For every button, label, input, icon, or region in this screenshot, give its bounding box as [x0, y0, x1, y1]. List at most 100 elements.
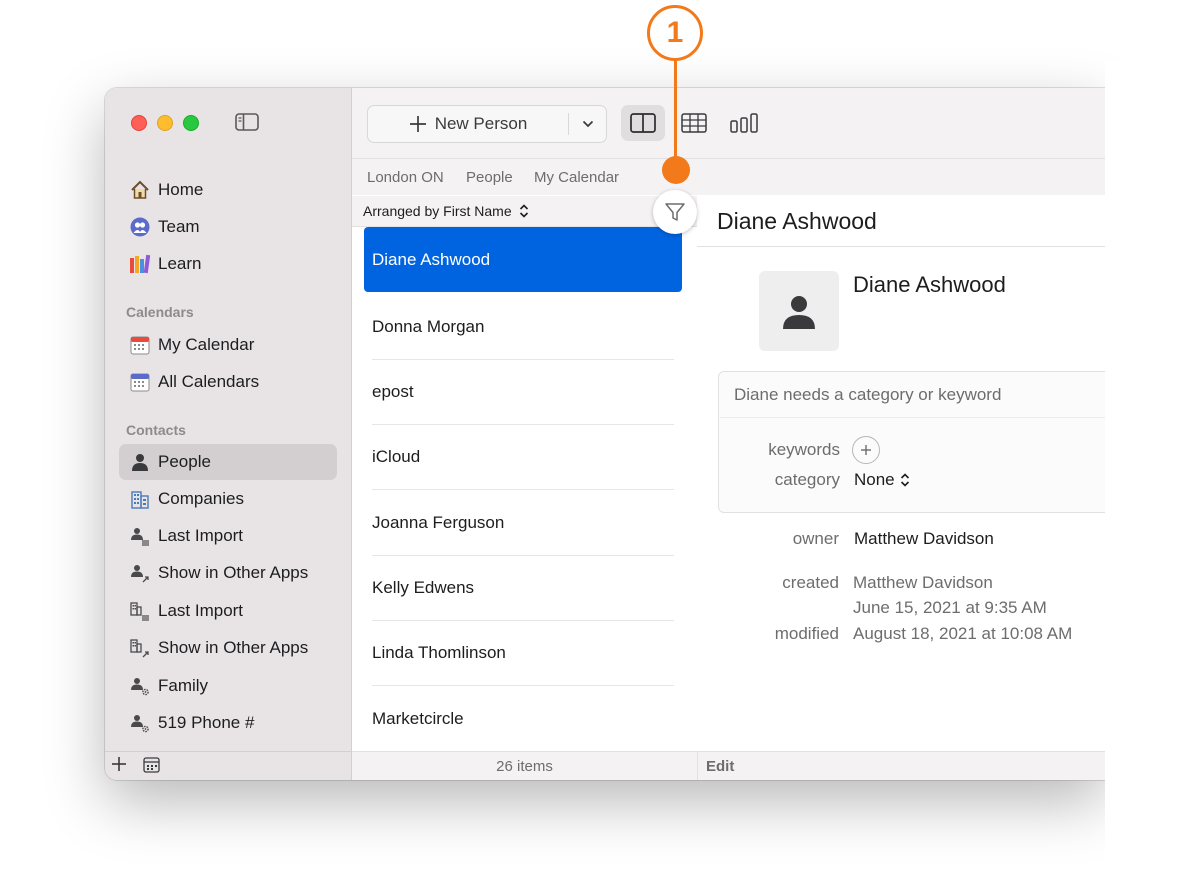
sidebar-item-label: Show in Other Apps: [158, 638, 309, 657]
home-icon: [129, 179, 151, 201]
sidebar-item-519-phone[interactable]: 519 Phone #: [119, 705, 337, 741]
new-person-menu-button[interactable]: [569, 106, 606, 142]
sidebar-item-family[interactable]: Family: [119, 668, 337, 704]
filter-icon: [664, 201, 686, 223]
sidebar-item-learn[interactable]: Learn: [119, 246, 337, 282]
created-date: June 15, 2021 at 9:35 AM: [853, 598, 1047, 617]
sidebar-item-label: Last Import: [158, 526, 244, 545]
calendar-small-icon[interactable]: [143, 757, 160, 778]
sidebar-item-label: Last Import: [158, 601, 244, 620]
company-arrow-icon: [129, 637, 151, 659]
filter-chip-people[interactable]: People: [466, 169, 513, 186]
list-item[interactable]: epost: [372, 359, 674, 425]
sidebar-item-people[interactable]: People: [119, 444, 337, 480]
modified-label: modified: [774, 624, 839, 643]
filter-chip-calendar[interactable]: My Calendar: [534, 169, 619, 186]
table-view-button[interactable]: [672, 105, 716, 141]
chevron-down-icon: [582, 120, 594, 128]
contact-list: Arranged by First Name Diane Ashwood Don…: [352, 196, 698, 752]
detail-pane: Diane Ashwood Diane Ashwood Diane needs …: [697, 196, 1105, 752]
sidebar-item-my-calendar[interactable]: My Calendar: [119, 327, 337, 363]
arranged-by-menu[interactable]: Arranged by First Name: [363, 203, 529, 219]
up-down-chevron-icon: [519, 204, 529, 218]
category-card: Diane needs a category or keyword keywor…: [718, 371, 1105, 513]
list-item-name: Donna Morgan: [372, 316, 485, 336]
items-count: 26 items: [496, 758, 553, 775]
column-view-button[interactable]: [723, 105, 767, 141]
list-header: Arranged by First Name: [352, 196, 697, 227]
sidebar-item-label: Family: [158, 676, 209, 695]
split-view-icon: [630, 113, 656, 133]
sidebar-toggle-icon[interactable]: [235, 113, 259, 131]
created-label: created: [782, 573, 839, 592]
calendar-icon: [129, 371, 151, 393]
list-item-name: iCloud: [372, 446, 421, 466]
sidebar-item-label: Team: [158, 217, 200, 236]
list-item[interactable]: Diane Ashwood: [364, 227, 682, 292]
sidebar-item-team[interactable]: Team: [119, 209, 337, 245]
sidebar-item-show-in-other-apps-people[interactable]: Show in Other Apps: [119, 555, 337, 591]
add-keyword-button[interactable]: [852, 436, 880, 464]
filter-button[interactable]: [653, 190, 697, 234]
callout-line: [674, 60, 677, 168]
list-item[interactable]: Kelly Edwens: [372, 555, 674, 621]
category-label: category: [774, 470, 840, 489]
split-view-button[interactable]: [621, 105, 665, 141]
person-icon: [129, 451, 151, 473]
arranged-by-label: Arranged by First Name: [363, 203, 512, 219]
list-item-name: epost: [372, 381, 414, 401]
sidebar-item-label: 519 Phone #: [158, 713, 255, 732]
owner-label: owner: [792, 529, 839, 548]
sidebar-item-last-import-companies[interactable]: Last Import: [119, 593, 337, 629]
status-bar: 26 items Edit: [352, 751, 1105, 780]
sidebar-item-last-import-people[interactable]: Last Import: [119, 518, 337, 554]
new-person-label: New Person: [434, 114, 528, 133]
new-person-main[interactable]: New Person: [368, 106, 568, 142]
divider: [697, 752, 698, 780]
sidebar: Home Team Learn Calendars My Calendar Al…: [105, 88, 352, 780]
sidebar-item-all-calendars[interactable]: All Calendars: [119, 364, 337, 400]
sidebar-item-home[interactable]: Home: [119, 172, 337, 208]
sidebar-bottom-bar: [105, 751, 351, 780]
category-value: None: [854, 470, 895, 489]
column-view-icon: [730, 113, 760, 133]
sidebar-item-label: My Calendar: [158, 335, 255, 354]
team-icon: [129, 216, 151, 238]
detail-title: Diane Ashwood: [717, 208, 877, 234]
calendars-section-header: Calendars: [126, 304, 194, 320]
category-select[interactable]: None: [854, 470, 910, 490]
list-item[interactable]: iCloud: [372, 424, 674, 490]
new-person-button[interactable]: New Person: [367, 105, 607, 143]
created-by: Matthew Davidson: [853, 573, 993, 592]
contact-name: Diane Ashwood: [853, 272, 1006, 297]
calendar-icon: [129, 334, 151, 356]
add-icon[interactable]: [110, 755, 128, 778]
list-item-name: Joanna Ferguson: [372, 512, 505, 532]
list-item[interactable]: Donna Morgan: [372, 294, 674, 360]
zoom-window-button[interactable]: [183, 115, 199, 131]
edit-button[interactable]: Edit: [706, 758, 734, 775]
company-list-icon: [129, 600, 151, 622]
sidebar-item-label: All Calendars: [158, 372, 260, 391]
sidebar-item-show-in-other-apps-companies[interactable]: Show in Other Apps: [119, 630, 337, 666]
detail-header: Diane Ashwood: [697, 196, 1105, 247]
contacts-section-header: Contacts: [126, 422, 186, 438]
owner-value[interactable]: Matthew Davidson: [854, 529, 994, 549]
books-icon: [129, 253, 151, 275]
minimize-window-button[interactable]: [157, 115, 173, 131]
modified-date: August 18, 2021 at 10:08 AM: [853, 624, 1073, 643]
building-icon: [129, 488, 151, 510]
app-window: Home Team Learn Calendars My Calendar Al…: [105, 88, 1105, 780]
list-item[interactable]: Linda Thomlinson: [372, 620, 674, 686]
list-item[interactable]: Joanna Ferguson: [372, 490, 674, 556]
sidebar-item-companies[interactable]: Companies: [119, 481, 337, 517]
table-view-icon: [681, 113, 707, 133]
keywords-label: keywords: [768, 440, 840, 459]
filter-chip-location[interactable]: London ON: [367, 169, 444, 186]
filter-bar: London ON People My Calendar: [352, 159, 1105, 195]
close-window-button[interactable]: [131, 115, 147, 131]
list-item-name: Kelly Edwens: [372, 577, 475, 597]
list-item[interactable]: Marketcircle: [372, 686, 674, 752]
callout-dot: [662, 156, 690, 184]
avatar[interactable]: [759, 271, 839, 351]
